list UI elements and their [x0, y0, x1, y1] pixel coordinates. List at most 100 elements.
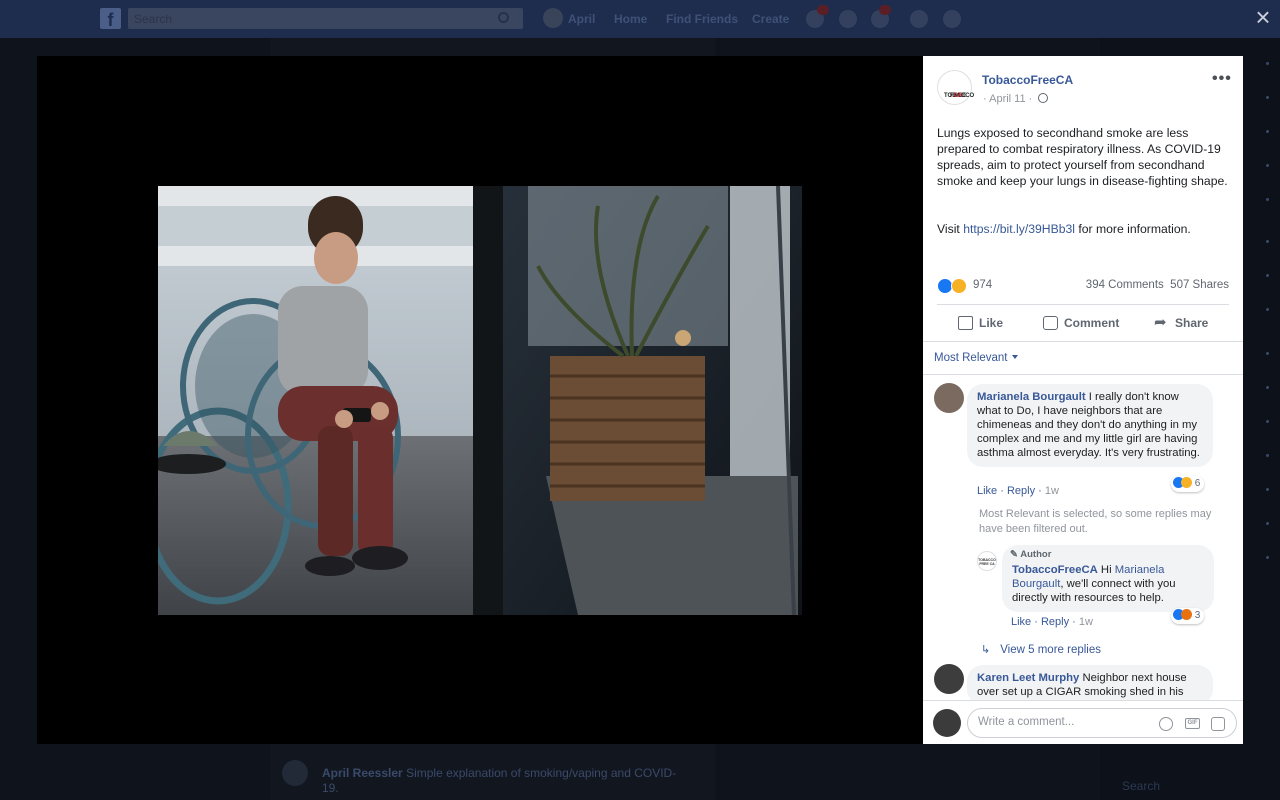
comment-input-placeholder: Write a comment... [978, 716, 1075, 728]
feed-snippet: April Reessler Simple explanation of smo… [322, 766, 682, 796]
engagement-counts: 394 Comments 507 Shares [1086, 279, 1229, 291]
help-icon[interactable] [943, 10, 961, 28]
globe-icon [1038, 93, 1049, 103]
comment-composer: Write a comment... GIF [923, 700, 1243, 744]
rail-dot [1266, 198, 1269, 201]
divider [937, 304, 1229, 305]
comments-count[interactable]: 394 Comments [1086, 279, 1164, 291]
view-more-label: View 5 more replies [1000, 644, 1101, 656]
comment-button[interactable]: Comment [1043, 315, 1119, 331]
comment-bubble: Karen Leet Murphy Neighbor next house ov… [967, 665, 1213, 705]
reply-text-pre: Hi [1097, 564, 1115, 576]
search-icon[interactable] [498, 12, 509, 23]
commenter-avatar[interactable] [934, 383, 964, 413]
rail-dot [1266, 274, 1269, 277]
reply-like-link[interactable]: Like [1011, 616, 1031, 628]
rail-dot [1266, 62, 1269, 65]
close-icon[interactable]: × [1252, 4, 1274, 30]
post-body: Lungs exposed to secondhand smoke are le… [937, 126, 1228, 188]
angry-reaction-icon [1181, 609, 1192, 620]
comment-time[interactable]: 1w [1045, 485, 1059, 497]
photo-man-on-phone [158, 186, 802, 615]
chevron-down-icon[interactable] [977, 10, 987, 28]
page-name[interactable]: TobaccoFreeCA [982, 73, 1073, 87]
photo-viewer [37, 56, 923, 744]
chat-search: Search [1122, 779, 1161, 793]
search-placeholder: Search [134, 12, 173, 26]
rail-dot [1266, 164, 1269, 167]
reply-actions: Like · Reply · 1w [1011, 616, 1093, 628]
nav-find-friends[interactable]: Find Friends [666, 12, 738, 26]
share-icon [1154, 315, 1169, 331]
feed-snippet-author: April Reessler [322, 766, 403, 780]
rail-dot [1266, 420, 1269, 423]
caret-down-icon [1011, 355, 1018, 359]
search-input[interactable]: Search [128, 8, 523, 29]
more-icon[interactable]: ••• [1212, 70, 1232, 88]
divider [923, 341, 1243, 342]
page-avatar[interactable]: TOBACCO FREE CA [937, 70, 974, 105]
author-badge: ✎ Author [1010, 549, 1051, 560]
view-more-replies-link[interactable]: ↳ View 5 more replies [981, 643, 1101, 656]
reply-author[interactable]: TobaccoFreeCA [1012, 564, 1098, 576]
nav-profile[interactable]: April [568, 12, 595, 26]
reply-reactions[interactable]: 3 [1171, 608, 1205, 624]
nav-create[interactable]: Create [752, 12, 789, 26]
comment-like-link[interactable]: Like [977, 485, 997, 497]
sticker-icon[interactable] [1211, 717, 1225, 731]
like-label: Like [979, 316, 1004, 330]
rail-dot [1266, 130, 1269, 133]
post-date[interactable]: · April 11 · [983, 93, 1049, 105]
sad-reaction-icon [1181, 477, 1192, 488]
comment-icon [1043, 316, 1058, 330]
divider [923, 374, 1243, 375]
facebook-logo-icon[interactable]: f [100, 8, 121, 30]
rail-dot [1266, 522, 1269, 525]
like-icon [958, 316, 973, 330]
comment-reactions[interactable]: 6 [1171, 476, 1205, 492]
comment-filter-label: Most Relevant [934, 352, 1008, 364]
rail-dot [1266, 454, 1269, 457]
rail-dot [1266, 352, 1269, 355]
avatar[interactable] [543, 8, 563, 28]
emoji-icon[interactable] [1159, 717, 1173, 731]
share-button[interactable]: Share [1154, 315, 1208, 331]
reply-avatar[interactable]: TOBACCO FREE CA [977, 551, 997, 571]
feed-avatar [282, 760, 308, 786]
post-visit-line: Visit https://bit.ly/39HBb3l for more in… [937, 221, 1233, 237]
gif-icon[interactable]: GIF [1185, 718, 1200, 729]
filtered-replies-note: Most Relevant is selected, so some repli… [979, 508, 1212, 535]
reply-reply-link[interactable]: Reply [1041, 616, 1069, 628]
comment-input[interactable]: Write a comment... GIF [967, 708, 1237, 738]
nav-home[interactable]: Home [614, 12, 647, 26]
quick-help-icon[interactable] [910, 10, 928, 28]
messenger-icon[interactable] [839, 10, 857, 28]
comment-author[interactable]: Marianela Bourgault [977, 391, 1086, 403]
reply-time[interactable]: 1w [1079, 616, 1093, 628]
shares-count[interactable]: 507 Shares [1170, 279, 1229, 291]
visit-suffix: for more information. [1074, 222, 1191, 236]
commenter-avatar[interactable] [934, 664, 964, 694]
sad-reaction-icon [951, 278, 967, 294]
avatar-text-ca: CA [953, 93, 963, 99]
post-side-panel: TOBACCO FREE CA TobaccoFreeCA · April 11 … [923, 56, 1243, 744]
comment-filter-dropdown[interactable]: Most Relevant [934, 352, 1018, 364]
post-photo[interactable] [158, 186, 802, 615]
post-link[interactable]: https://bit.ly/39HBb3l [963, 222, 1075, 236]
post-date-text: April 11 [989, 93, 1026, 105]
comment-reply-link[interactable]: Reply [1007, 485, 1035, 497]
visit-prefix: Visit [937, 222, 964, 236]
reply-arrow-icon: ↳ [981, 644, 991, 656]
avatar [933, 709, 961, 737]
pencil-icon: ✎ [1010, 549, 1018, 560]
rail-dot [1266, 96, 1269, 99]
rail-dot [1266, 240, 1269, 243]
rail-dot [1266, 488, 1269, 491]
comment-reaction-count: 6 [1194, 478, 1201, 489]
comment-actions: Like · Reply · 1w [977, 485, 1059, 497]
reply-reaction-count: 3 [1194, 610, 1201, 621]
share-label: Share [1175, 316, 1209, 330]
comment-author[interactable]: Karen Leet Murphy [977, 672, 1079, 684]
comment-bubble: Marianela Bourgault I really don't know … [967, 384, 1213, 467]
like-button[interactable]: Like [958, 315, 1003, 331]
